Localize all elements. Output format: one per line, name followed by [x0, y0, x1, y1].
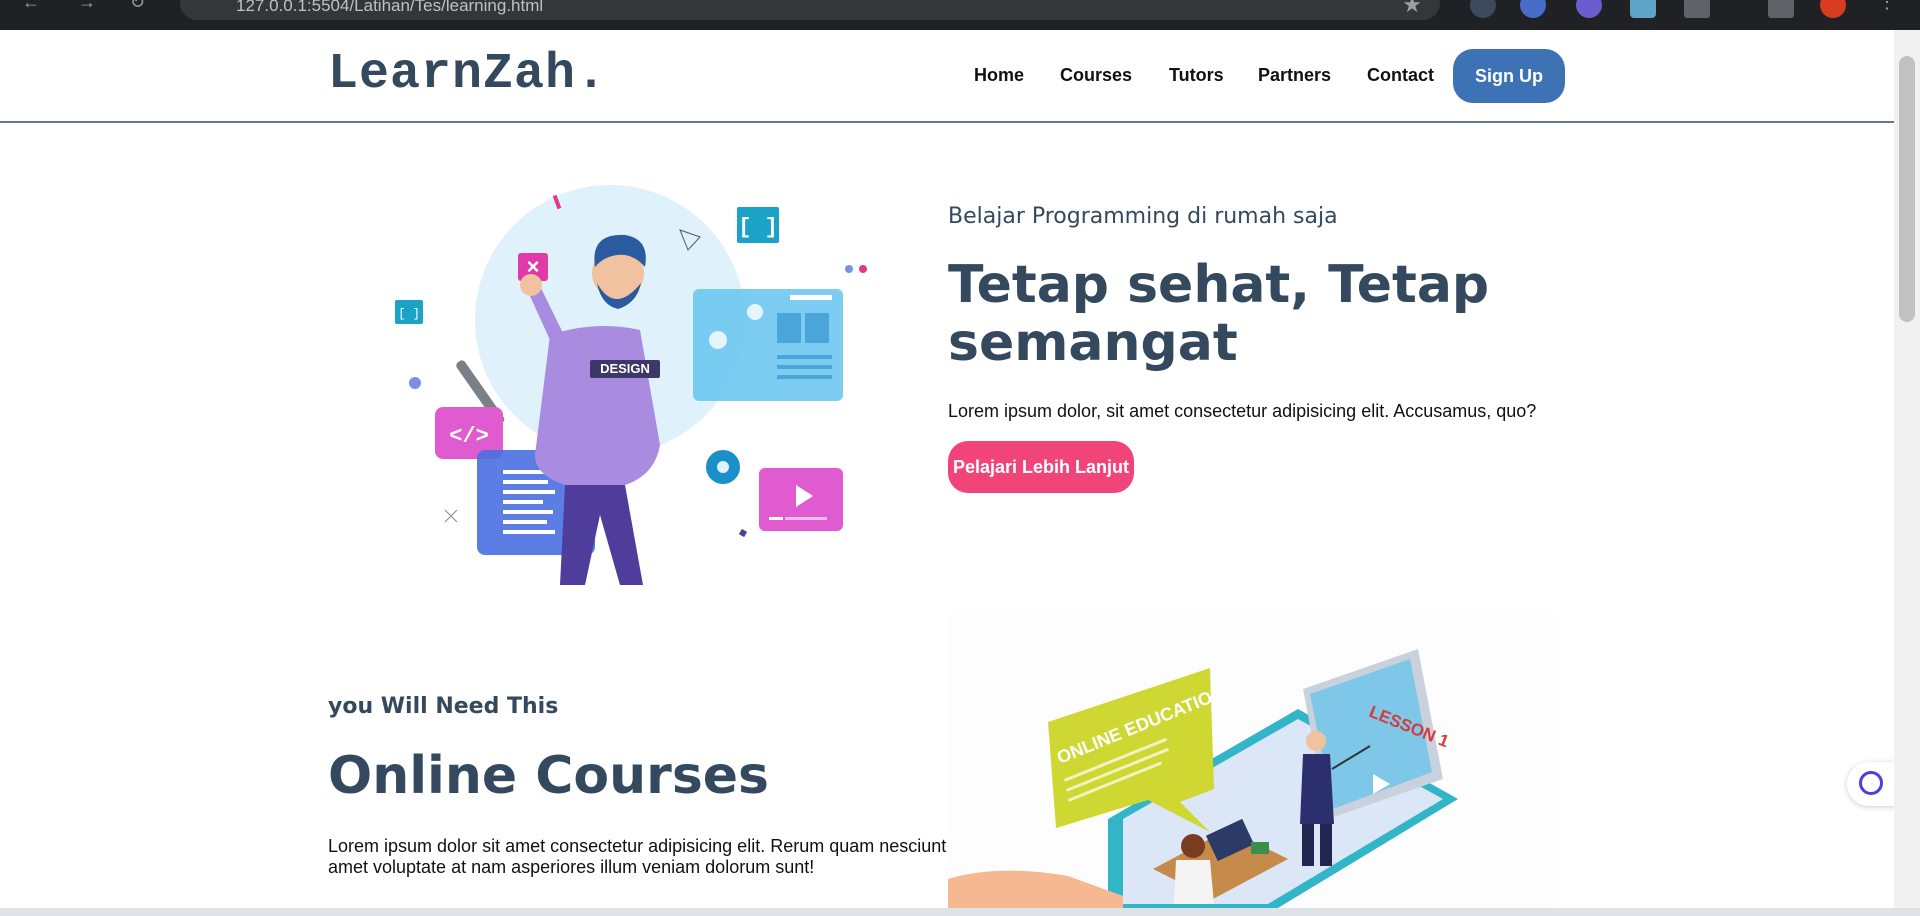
nav-contact[interactable]: Contact — [1367, 65, 1434, 86]
page-scrollbar[interactable] — [1894, 30, 1920, 908]
courses-subtitle: you Will Need This — [328, 694, 559, 719]
svg-text:</>: </> — [449, 424, 489, 449]
online-education-illustration: LESSON 1 ONLINE EDUCATION — [948, 614, 1558, 908]
scrollbar-thumb[interactable] — [1899, 56, 1915, 322]
courses-title: Online Courses — [328, 746, 769, 806]
browser-toolbar: ← → ↻ 127.0.0.1:5504/Latihan/Tes/learnin… — [0, 0, 1920, 30]
profile-avatar[interactable] — [1820, 0, 1846, 18]
courses-description: Lorem ipsum dolor sit amet consectetur a… — [328, 836, 947, 877]
svg-text:[ ]: [ ] — [398, 307, 420, 321]
nav-partners[interactable]: Partners — [1258, 65, 1331, 86]
arrow-left-icon[interactable]: ← — [22, 0, 40, 13]
nav-tutors[interactable]: Tutors — [1169, 65, 1224, 86]
site-header: LearnZah. Home Courses Tutors Partners C… — [0, 30, 1894, 123]
design-badge-text: DESIGN — [600, 361, 650, 376]
url-text: 127.0.0.1:5504/Latihan/Tes/learning.html — [236, 0, 544, 15]
assistant-float-button[interactable] — [1847, 762, 1894, 806]
address-bar[interactable]: 127.0.0.1:5504/Latihan/Tes/learning.html… — [180, 0, 1440, 20]
learn-more-button[interactable]: Pelajari Lebih Lanjut — [948, 441, 1134, 493]
site-logo[interactable]: LearnZah. — [328, 46, 607, 103]
hero-description: Lorem ipsum dolor, sit amet consectetur … — [948, 401, 1537, 421]
extension-icon[interactable] — [1520, 0, 1546, 18]
extension-icon[interactable] — [1684, 0, 1710, 18]
more-menu-icon[interactable]: ⋮ — [1878, 0, 1896, 13]
hero-illustration: [ ] [ ] × </> DESIGN — [395, 185, 867, 585]
nav-home[interactable]: Home — [974, 65, 1024, 86]
arrow-right-icon[interactable]: → — [78, 0, 96, 13]
star-icon[interactable]: ★ — [1402, 0, 1422, 18]
hero-subtitle: Belajar Programming di rumah saja — [948, 204, 1338, 229]
assistant-icon — [1859, 771, 1883, 795]
reload-icon[interactable]: ↻ — [130, 0, 145, 13]
extension-icon[interactable] — [1576, 0, 1602, 18]
extension-icon[interactable] — [1630, 0, 1656, 18]
sign-up-button[interactable]: Sign Up — [1453, 49, 1565, 103]
extension-icon[interactable] — [1768, 0, 1794, 18]
hero-title: Tetap sehat, Tetap semangat — [948, 255, 1490, 373]
nav-courses[interactable]: Courses — [1060, 65, 1132, 86]
extension-icon[interactable] — [1470, 0, 1496, 18]
webpage: LearnZah. Home Courses Tutors Partners C… — [0, 30, 1894, 908]
svg-text:[ ]: [ ] — [738, 215, 778, 240]
bottom-strip — [0, 908, 1920, 916]
